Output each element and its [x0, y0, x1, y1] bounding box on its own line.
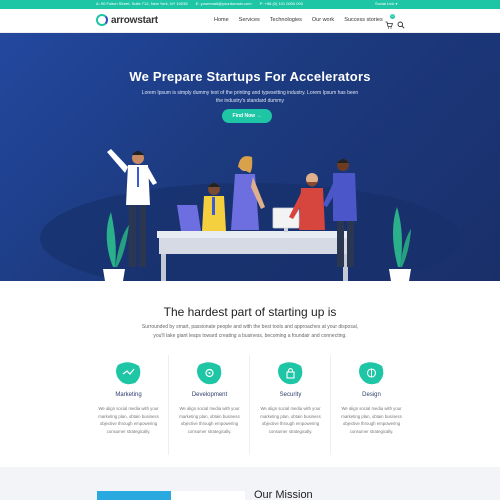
service-title: Development	[191, 392, 228, 398]
service-text: We align social media with your marketin…	[341, 406, 402, 434]
service-title: Security	[279, 392, 302, 398]
service-title: Design	[362, 392, 381, 398]
plant-left	[103, 212, 129, 281]
nav-item-success-stories[interactable]: Success stories	[344, 17, 383, 23]
email-text[interactable]: E: youremail@yourdomain.com	[196, 1, 252, 6]
nav-item-our-work[interactable]: Our work	[312, 17, 334, 23]
marketing-icon	[116, 362, 141, 385]
address-text: A: 90 Fulton Street, Suite 712, New York…	[96, 1, 188, 6]
logo-text: arrowstart	[111, 14, 158, 26]
security-icon	[278, 362, 303, 385]
development-icon	[197, 362, 222, 385]
hero-subtitle: Lorem Ipsum is simply dummy text of the …	[141, 90, 359, 104]
plant-right	[389, 207, 411, 281]
top-info-bar: A: 90 Fulton Street, Suite 712, New York…	[0, 0, 500, 9]
logo-icon	[96, 14, 108, 26]
site-header: arrowstart Home Services Technologies Ou…	[0, 9, 500, 33]
design-icon	[359, 362, 384, 385]
service-card-development[interactable]: Development We align social media with y…	[169, 355, 250, 455]
section-title: The hardest part of starting up is	[163, 305, 337, 319]
mission-section: Our Mission	[0, 467, 500, 500]
person-yellow	[202, 183, 226, 231]
service-title: Marketing	[115, 392, 142, 398]
mission-title: Our Mission	[254, 489, 313, 500]
search-icon[interactable]	[397, 16, 405, 29]
contact-info: A: 90 Fulton Street, Suite 712, New York…	[96, 1, 310, 6]
section-description: Surrounded by smart, passionate people a…	[141, 324, 359, 339]
cart-icon[interactable]: 0	[385, 14, 395, 29]
hero-title: We Prepare Startups For Accelerators	[129, 69, 371, 84]
nav-item-home[interactable]: Home	[214, 17, 229, 23]
service-card-marketing[interactable]: Marketing We align social media with you…	[88, 355, 169, 455]
service-card-design[interactable]: Design We align social media with your m…	[331, 355, 412, 455]
mission-image-frame	[171, 491, 245, 500]
hero-banner: We Prepare Startups For Accelerators Lor…	[0, 33, 500, 281]
service-card-security[interactable]: Security We align social media with your…	[250, 355, 331, 455]
mission-image	[97, 491, 171, 500]
logo[interactable]: arrowstart	[96, 14, 158, 26]
cart-count-badge: 0	[390, 14, 395, 19]
person-purple	[231, 156, 265, 230]
phone-text[interactable]: P: +88 (0) 101 0000 000	[260, 1, 303, 6]
service-text: We align social media with your marketin…	[179, 406, 240, 434]
main-nav: Home Services Technologies Our work Succ…	[214, 17, 393, 23]
social-link-dropdown[interactable]: Social Link ▾	[375, 1, 397, 6]
nav-item-technologies[interactable]: Technologies	[270, 17, 302, 23]
nav-item-services[interactable]: Services	[239, 17, 260, 23]
service-text: We align social media with your marketin…	[98, 406, 159, 434]
team-illustration	[103, 149, 411, 281]
service-text: We align social media with your marketin…	[260, 406, 321, 434]
services-row: Marketing We align social media with you…	[88, 355, 412, 455]
